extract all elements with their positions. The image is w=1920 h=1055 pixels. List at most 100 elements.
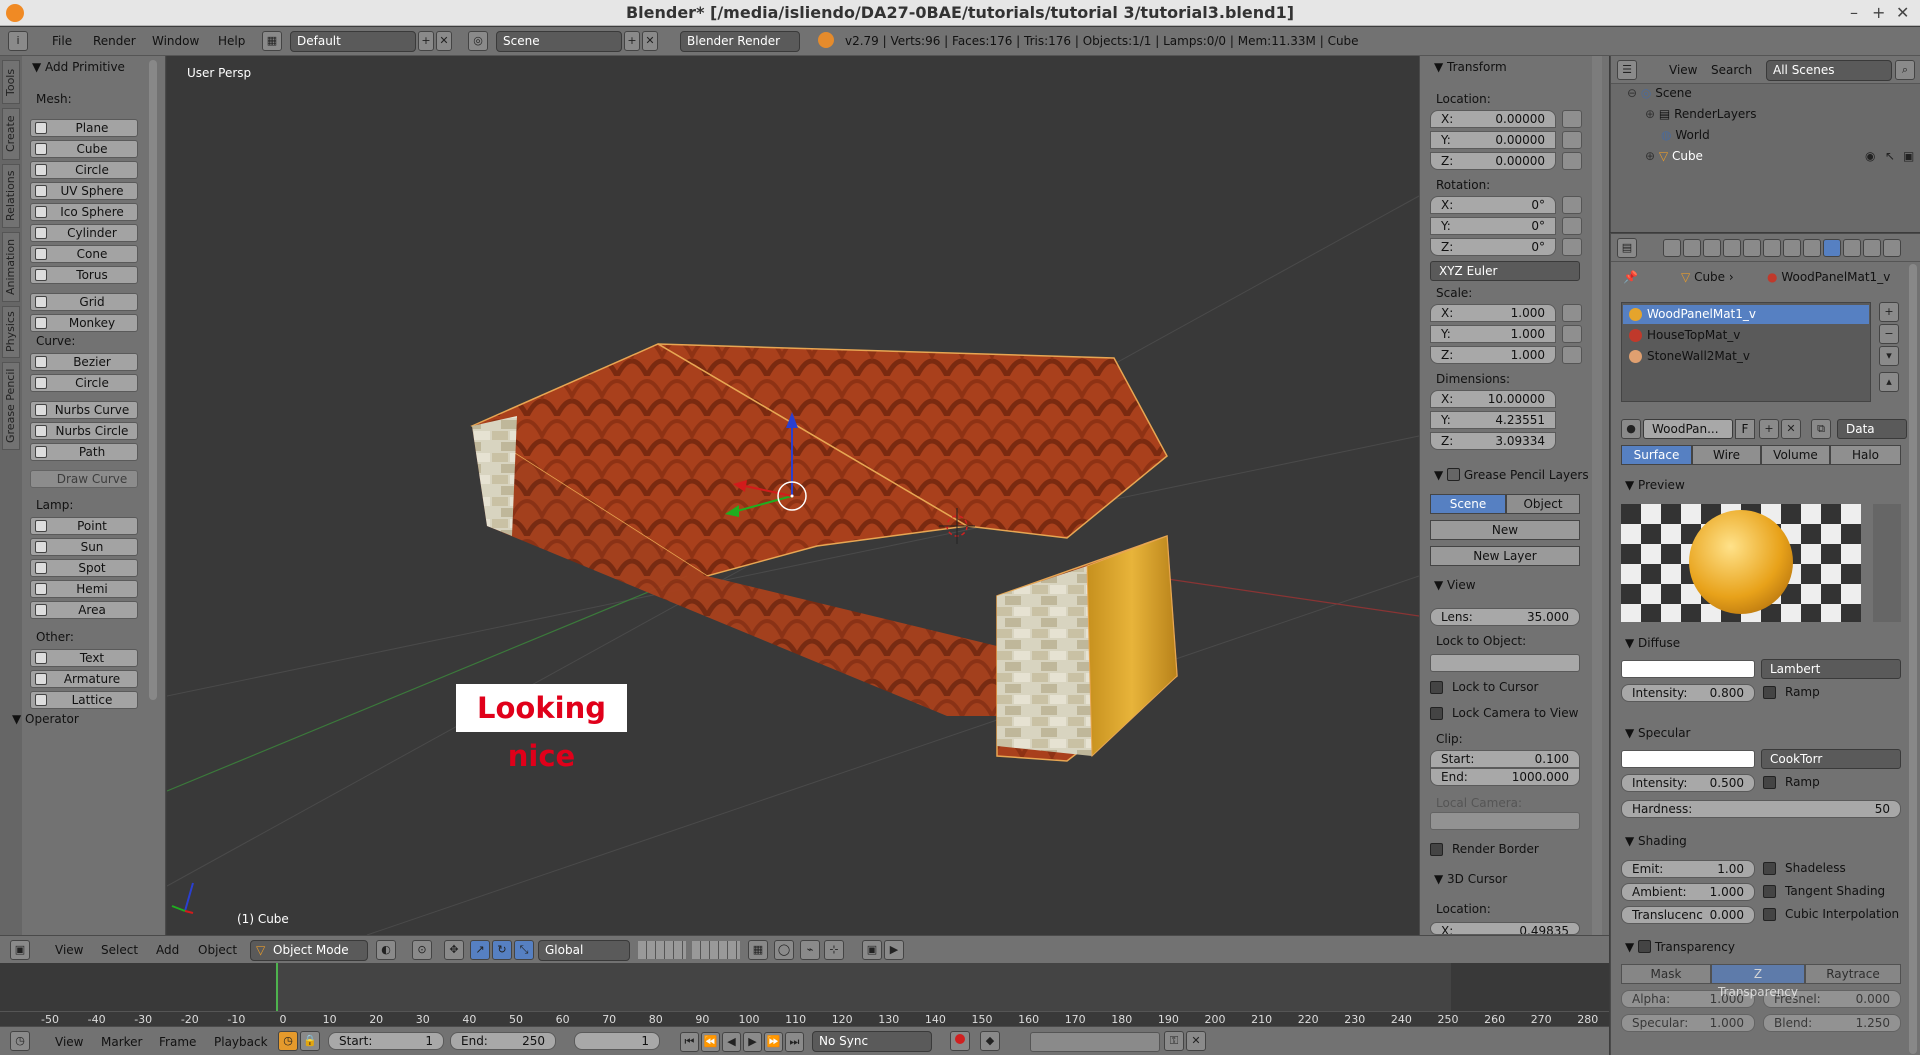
render-border-checkbox[interactable] xyxy=(1430,843,1443,856)
context-modifiers-icon[interactable] xyxy=(1783,239,1801,257)
diffuse-intensity-field[interactable]: Intensity: 0.800 xyxy=(1621,684,1755,702)
render-engine-dropdown[interactable]: Blender Render xyxy=(680,31,800,52)
curve-path-button[interactable]: Path xyxy=(30,443,138,461)
outliner-item-world[interactable]: ◍ World xyxy=(1661,128,1710,142)
rotation-mode-dropdown[interactable]: XYZ Euler xyxy=(1430,261,1580,281)
shading-mode-icon[interactable]: ◐ xyxy=(376,940,396,960)
mesh-grid-button[interactable]: Grid xyxy=(30,293,138,311)
pin-icon[interactable]: 📌 xyxy=(1623,270,1638,284)
blend-field[interactable]: Blend: 1.250 xyxy=(1763,1014,1901,1032)
material-slot[interactable]: StoneWall2Mat_v xyxy=(1623,347,1869,366)
props-editor-icon[interactable]: ▤ xyxy=(1617,238,1637,258)
panel-preview[interactable]: ▼ Preview xyxy=(1625,478,1685,492)
transparency-tab-mask[interactable]: Mask xyxy=(1621,964,1711,984)
dim-y-field[interactable]: Y: 4.23551 xyxy=(1430,411,1556,429)
context-scene-icon[interactable] xyxy=(1703,239,1721,257)
outliner-editor-icon[interactable]: ☰ xyxy=(1617,60,1637,80)
curve-circle-button[interactable]: Circle xyxy=(30,374,138,392)
npanel-scrollbar[interactable] xyxy=(1592,56,1602,935)
outliner-search-icon[interactable]: ⌕ xyxy=(1895,60,1915,80)
panel-transparency[interactable]: ▼ Transparency xyxy=(1625,938,1735,954)
mesh-torus-button[interactable]: Torus xyxy=(30,266,138,284)
viewport-editor-icon[interactable]: ▣ xyxy=(10,940,30,960)
specular-alpha-field[interactable]: Specular: 1.000 xyxy=(1621,1014,1755,1032)
panel-shading[interactable]: ▼ Shading xyxy=(1625,834,1687,848)
breadcrumb-material[interactable]: ● WoodPanelMat1_v xyxy=(1767,270,1890,284)
hardness-field[interactable]: Hardness: 50 xyxy=(1621,800,1901,818)
tangent-shading-checkbox[interactable] xyxy=(1763,885,1776,898)
loc-z-lock-icon[interactable] xyxy=(1562,152,1582,170)
mesh-cone-button[interactable]: Cone xyxy=(30,245,138,263)
remove-slot-icon[interactable]: − xyxy=(1879,324,1899,344)
panel-grease-pencil-layers[interactable]: ▼ Grease Pencil Layers xyxy=(1434,466,1589,482)
rot-z-lock-icon[interactable] xyxy=(1562,238,1582,256)
context-texture-icon[interactable] xyxy=(1843,239,1861,257)
tab-wire[interactable]: Wire xyxy=(1692,445,1761,465)
panel-view[interactable]: ▼ View xyxy=(1434,578,1476,592)
scene-icon[interactable]: ◎ xyxy=(468,31,488,51)
loc-z-field[interactable]: Z: 0.00000 xyxy=(1430,152,1556,170)
rot-y-field[interactable]: Y: 0° xyxy=(1430,217,1556,235)
context-particles-icon[interactable] xyxy=(1863,239,1881,257)
unlink-material-icon[interactable]: ✕ xyxy=(1781,419,1801,439)
tool-scrollbar[interactable] xyxy=(149,60,157,700)
remove-scene-icon[interactable]: ✕ xyxy=(642,31,658,51)
emit-field[interactable]: Emit: 1.00 xyxy=(1621,860,1755,878)
timeline-editor-icon[interactable]: ◷ xyxy=(10,1031,30,1051)
scl-z-field[interactable]: Z: 1.000 xyxy=(1430,346,1556,364)
delete-keyframe-icon[interactable]: ✕ xyxy=(1186,1031,1206,1051)
menu-render[interactable]: Render xyxy=(93,34,136,48)
minimize-icon[interactable]: – xyxy=(1850,0,1858,26)
lens-field[interactable]: Lens: 35.000 xyxy=(1430,608,1580,626)
loc-y-lock-icon[interactable] xyxy=(1562,131,1582,149)
curve-bezier-button[interactable]: Bezier xyxy=(30,353,138,371)
lamp-sun-button[interactable]: Sun xyxy=(30,538,138,556)
add-layout-icon[interactable]: + xyxy=(418,31,434,51)
loc-y-field[interactable]: Y: 0.00000 xyxy=(1430,131,1556,149)
lock-layers-icon[interactable]: ▦ xyxy=(748,940,768,960)
layout-icon[interactable]: ▦ xyxy=(262,31,282,51)
context-world-icon[interactable] xyxy=(1723,239,1741,257)
cursor-x-field[interactable]: X: 0.49835 xyxy=(1430,922,1580,935)
panel-diffuse[interactable]: ▼ Diffuse xyxy=(1625,636,1680,650)
vp-menu-object[interactable]: Object xyxy=(198,943,237,957)
preview-range-icon[interactable]: ◷ xyxy=(278,1031,298,1051)
scl-x-field[interactable]: X: 1.000 xyxy=(1430,304,1556,322)
rot-z-field[interactable]: Z: 0° xyxy=(1430,238,1556,256)
link-data-dropdown[interactable]: Data xyxy=(1837,419,1907,439)
jump-start-icon[interactable]: ⏮ xyxy=(680,1032,699,1052)
loc-x-field[interactable]: X: 0.00000 xyxy=(1430,110,1556,128)
maximize-icon[interactable]: + xyxy=(1872,0,1885,26)
panel-operator[interactable]: ▼ Operator xyxy=(12,712,79,726)
transparency-tab-raytrace[interactable]: Raytrace xyxy=(1805,964,1901,984)
transparency-tab-z-transparency[interactable]: Z Transparency xyxy=(1711,964,1805,999)
curve-nurbs-curve-button[interactable]: Nurbs Curve xyxy=(30,401,138,419)
other-text-button[interactable]: Text xyxy=(30,649,138,667)
ambient-field[interactable]: Ambient: 1.000 xyxy=(1621,883,1755,901)
translucency-field[interactable]: Translucenc 0.000 xyxy=(1621,906,1755,924)
lamp-spot-button[interactable]: Spot xyxy=(30,559,138,577)
curve-nurbs-circle-button[interactable]: Nurbs Circle xyxy=(30,422,138,440)
keying-set-icon[interactable]: ◆ xyxy=(980,1031,1000,1051)
props-scrollbar[interactable] xyxy=(1909,264,1917,1054)
timeline[interactable]: -50 -40 -30 -20 -10 0 10 20 30 40 50 60 70 80 90 100 110… xyxy=(0,963,1609,1026)
vp-menu-view[interactable]: View xyxy=(55,943,83,957)
move-up-icon[interactable]: ▴ xyxy=(1879,372,1899,392)
current-frame-indicator[interactable] xyxy=(276,963,278,1013)
panel-specular[interactable]: ▼ Specular xyxy=(1625,726,1691,740)
play-reverse-icon[interactable]: ◀ xyxy=(722,1032,741,1052)
lock-range-icon[interactable]: 🔒 xyxy=(300,1031,320,1051)
context-constraints-icon[interactable] xyxy=(1763,239,1781,257)
material-name-field[interactable]: WoodPan... xyxy=(1643,419,1733,439)
scene-dropdown[interactable]: Scene xyxy=(496,31,622,52)
vp-menu-add[interactable]: Add xyxy=(156,943,179,957)
snap-icon[interactable]: ⌁ xyxy=(800,940,820,960)
link-icon[interactable]: ⧉ xyxy=(1811,419,1831,439)
lamp-hemi-button[interactable]: Hemi xyxy=(30,580,138,598)
outliner-item-cube[interactable]: ⊕ ▽ Cube xyxy=(1645,149,1703,163)
tl-menu-playback[interactable]: Playback xyxy=(214,1035,268,1049)
rot-x-lock-icon[interactable] xyxy=(1562,196,1582,214)
outliner-menu-view[interactable]: View xyxy=(1669,63,1697,77)
tab-physics[interactable]: Physics xyxy=(2,306,20,358)
lamp-point-button[interactable]: Point xyxy=(30,517,138,535)
